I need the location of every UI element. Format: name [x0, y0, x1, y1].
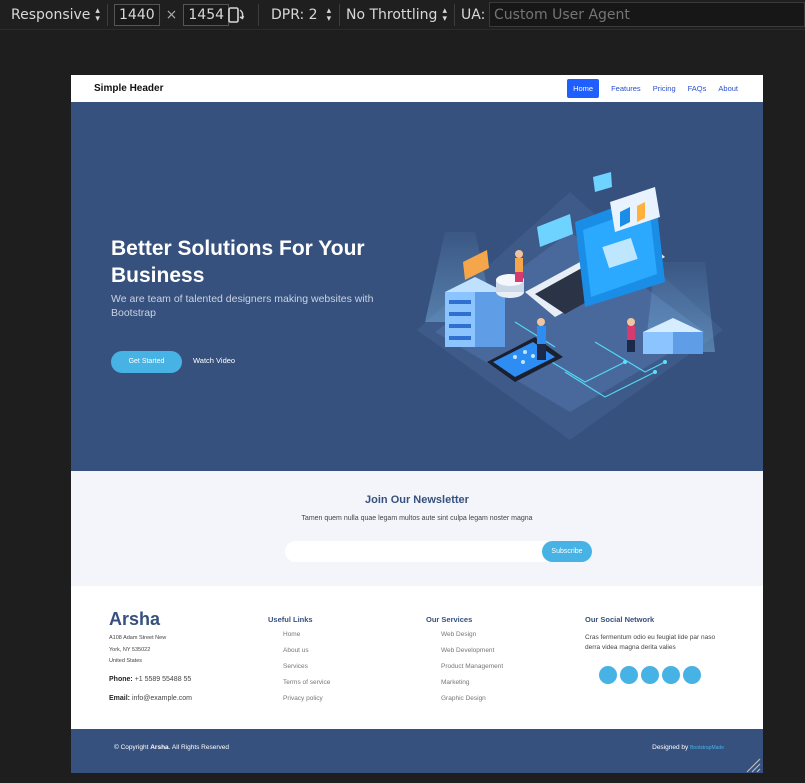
subscribe-button[interactable]: Subscribe	[542, 541, 592, 562]
device-selector[interactable]: Responsive ▴ ▾	[11, 0, 100, 30]
watch-video-link[interactable]: Watch Video	[193, 356, 235, 365]
get-started-button[interactable]: Get Started	[111, 351, 182, 373]
footer-link-home[interactable]: Home	[283, 631, 300, 638]
address-line: York, NY 535022	[109, 646, 151, 653]
footer-top: Arsha A108 Adam Street New York, NY 5350…	[71, 586, 763, 729]
width-input[interactable]: 1440	[114, 4, 160, 26]
useful-links-title: Useful Links	[268, 615, 313, 624]
width-value: 1440	[119, 7, 155, 23]
copyright-suffix: . All Rights Reserved	[168, 744, 230, 751]
page-viewport: Simple Header Home Features Pricing FAQs…	[71, 75, 763, 773]
chevron-updown-icon: ▴ ▾	[326, 6, 332, 24]
hero-illustration	[417, 172, 723, 440]
nav-features[interactable]: Features	[611, 79, 641, 98]
resize-handle-icon[interactable]	[745, 757, 761, 773]
nav-about[interactable]: About	[718, 79, 738, 98]
hero-subtitle: We are team of talented designers making…	[111, 293, 374, 319]
devtools-toolbar: Responsive ▴ ▾ 1440 × 1454 DPR: 2 ▴ ▾ No T…	[0, 0, 805, 30]
footer-link-services[interactable]: Services	[283, 663, 308, 670]
service-link-product-management[interactable]: Product Management	[441, 663, 503, 670]
facebook-icon[interactable]	[620, 666, 638, 684]
footer-phone: Phone: +1 5589 55488 55	[109, 676, 191, 683]
services-title: Our Services	[426, 615, 473, 624]
newsletter-email-input[interactable]	[295, 544, 535, 559]
designer-link[interactable]: BootstrapMade	[690, 745, 724, 751]
newsletter-section: Join Our Newsletter Tamen quem nulla qua…	[71, 471, 763, 586]
footer-link-privacy[interactable]: Privacy policy	[283, 695, 323, 702]
newsletter-title: Join Our Newsletter	[365, 494, 469, 506]
dimension-separator: ×	[165, 7, 178, 23]
footer-bottom: © Copyright Arsha. All Rights Reserved D…	[71, 729, 763, 773]
social-text: Cras fermentum odio eu feugiat lide par …	[585, 634, 716, 651]
rotate-button[interactable]	[226, 0, 246, 30]
ua-label: UA:	[461, 7, 486, 23]
footer-link-about[interactable]: About us	[283, 647, 309, 654]
address-line: United States	[109, 658, 143, 664]
rotate-device-icon	[228, 7, 245, 23]
throttling-selector[interactable]: No Throttling ▴ ▾	[346, 0, 447, 30]
designed-by: Designed by BootstrapMade	[652, 744, 724, 751]
chevron-updown-icon: ▴ ▾	[442, 6, 447, 24]
hero-title: Better Solutions For Your Business	[111, 237, 365, 287]
nav-home[interactable]: Home	[567, 79, 600, 98]
instagram-icon[interactable]	[641, 666, 659, 684]
service-link-marketing[interactable]: Marketing	[441, 679, 470, 686]
linkedin-icon[interactable]	[683, 666, 701, 684]
main-nav: Home Features Pricing FAQs About	[555, 79, 738, 98]
email-value: info@example.com	[131, 695, 192, 702]
throttling-label: No Throttling	[346, 7, 438, 23]
hero-section: Better Solutions For Your Business We ar…	[71, 102, 763, 471]
dpr-selector[interactable]: DPR: 2 ▴ ▾	[271, 0, 331, 30]
address-line: A108 Adam Street New	[109, 635, 167, 641]
phone-value: +1 5589 55488 55	[134, 676, 192, 683]
service-link-web-development[interactable]: Web Development	[441, 647, 494, 654]
phone-label: Phone:	[109, 676, 133, 683]
footer-brand: Arsha	[109, 609, 161, 629]
site-brand[interactable]: Simple Header	[94, 83, 163, 94]
nav-pricing[interactable]: Pricing	[653, 79, 676, 98]
footer-link-terms[interactable]: Terms of service	[283, 679, 330, 686]
newsletter-form: Subscribe	[285, 541, 592, 562]
social-title: Our Social Network	[585, 615, 655, 624]
nav-faqs[interactable]: FAQs	[688, 79, 707, 98]
copyright-brand: Arsha	[150, 744, 169, 751]
newsletter-text: Tamen quem nulla quae legam multos aute …	[301, 515, 533, 522]
copyright-prefix: © Copyright	[114, 744, 151, 751]
height-value: 1454	[188, 7, 225, 23]
chevron-updown-icon: ▴ ▾	[95, 6, 100, 24]
service-link-web-design[interactable]: Web Design	[441, 631, 476, 638]
copyright: © Copyright Arsha. All Rights Reserved	[114, 744, 229, 751]
twitter-icon[interactable]	[599, 666, 617, 684]
skype-icon[interactable]	[662, 666, 680, 684]
email-label: Email:	[109, 695, 131, 702]
footer-email: Email: info@example.com	[109, 695, 192, 702]
site-header: Simple Header Home Features Pricing FAQs…	[71, 75, 763, 102]
device-label: Responsive	[11, 7, 91, 23]
user-agent-input[interactable]	[489, 2, 805, 27]
service-link-graphic-design[interactable]: Graphic Design	[441, 695, 486, 702]
dpr-label: DPR: 2	[271, 7, 318, 23]
height-input[interactable]: 1454	[183, 4, 230, 26]
designed-by-label: Designed by	[652, 744, 691, 751]
footer-address: A108 Adam Street New York, NY 535022 Uni…	[109, 633, 189, 668]
